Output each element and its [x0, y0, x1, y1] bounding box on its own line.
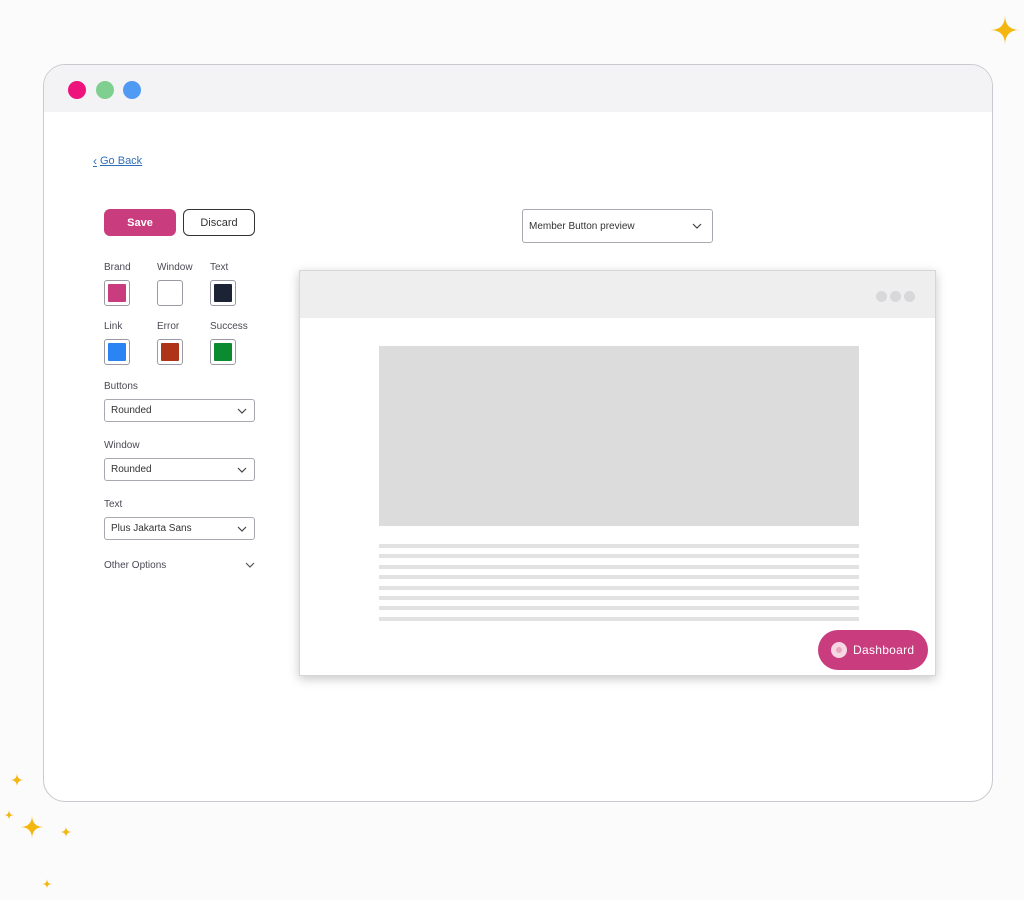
- buttons-style-select[interactable]: Rounded: [104, 399, 255, 422]
- chevron-down-icon: [692, 223, 702, 229]
- preview-window-dot: [890, 291, 901, 302]
- placeholder-text-line: [379, 606, 859, 611]
- brand-color-swatch[interactable]: [104, 280, 130, 306]
- chevron-down-icon: [237, 467, 247, 473]
- window-maximize-dot[interactable]: [123, 81, 141, 99]
- sparkle-icon: [60, 826, 72, 838]
- discard-button[interactable]: Discard: [183, 209, 255, 236]
- swatch-label-error: Error: [157, 321, 180, 332]
- swatch-label-brand: Brand: [104, 262, 131, 273]
- chevron-down-icon: [237, 526, 247, 532]
- preview-window-dot: [876, 291, 887, 302]
- chevron-down-icon: [237, 408, 247, 414]
- placeholder-text-line: [379, 564, 859, 569]
- preview-titlebar: [300, 271, 935, 318]
- font-select[interactable]: Plus Jakarta Sans: [104, 517, 255, 540]
- window-color-swatch[interactable]: [157, 280, 183, 306]
- dashboard-button-label: Dashboard: [853, 643, 915, 657]
- text-field-label: Text: [104, 499, 123, 510]
- window-titlebar: [44, 65, 992, 112]
- window-close-dot[interactable]: [68, 81, 86, 99]
- placeholder-text-line: [379, 554, 859, 559]
- go-back-label: Go Back: [100, 155, 143, 167]
- other-options-label: Other Options: [104, 559, 167, 571]
- font-value: Plus Jakarta Sans: [111, 523, 192, 534]
- sparkle-icon: [42, 879, 52, 889]
- preview-window: [299, 270, 936, 676]
- go-back-link[interactable]: ‹ Go Back: [93, 154, 142, 168]
- placeholder-text-line: [379, 616, 859, 621]
- placeholder-text-line: [379, 595, 859, 600]
- dashboard-member-button[interactable]: Dashboard: [818, 630, 928, 670]
- swatch-label-link: Link: [104, 321, 123, 332]
- swatch-label-text: Text: [210, 262, 229, 273]
- preview-type-select[interactable]: Member Button preview: [522, 209, 713, 243]
- success-color-swatch[interactable]: [210, 339, 236, 365]
- buttons-style-value: Rounded: [111, 405, 152, 416]
- sparkle-icon: [10, 773, 24, 787]
- swatch-label-success: Success: [210, 321, 248, 332]
- sparkle-icon: [4, 810, 14, 820]
- placeholder-text-line: [379, 575, 859, 580]
- sparkle-icon: [20, 815, 44, 839]
- error-color-swatch[interactable]: [157, 339, 183, 365]
- buttons-field-label: Buttons: [104, 381, 138, 392]
- user-avatar-icon: [831, 642, 847, 658]
- app-window: ‹ Go Back Save Discard Brand Window Text…: [43, 64, 993, 802]
- window-field-label: Window: [104, 440, 140, 451]
- sparkle-icon: [990, 15, 1020, 45]
- chevron-down-icon: [245, 562, 255, 568]
- placeholder-text-line: [379, 585, 859, 590]
- preview-type-value: Member Button preview: [529, 220, 635, 232]
- window-minimize-dot[interactable]: [96, 81, 114, 99]
- preview-window-dot: [904, 291, 915, 302]
- swatch-label-window: Window: [157, 262, 193, 273]
- preview-image-placeholder: [379, 346, 859, 526]
- text-color-swatch[interactable]: [210, 280, 236, 306]
- save-button[interactable]: Save: [104, 209, 176, 236]
- window-style-select[interactable]: Rounded: [104, 458, 255, 481]
- other-options-toggle[interactable]: Other Options: [104, 557, 255, 573]
- preview-text-placeholder: [379, 544, 859, 627]
- chevron-left-icon: ‹: [93, 154, 97, 168]
- placeholder-text-line: [379, 544, 859, 548]
- link-color-swatch[interactable]: [104, 339, 130, 365]
- window-style-value: Rounded: [111, 464, 152, 475]
